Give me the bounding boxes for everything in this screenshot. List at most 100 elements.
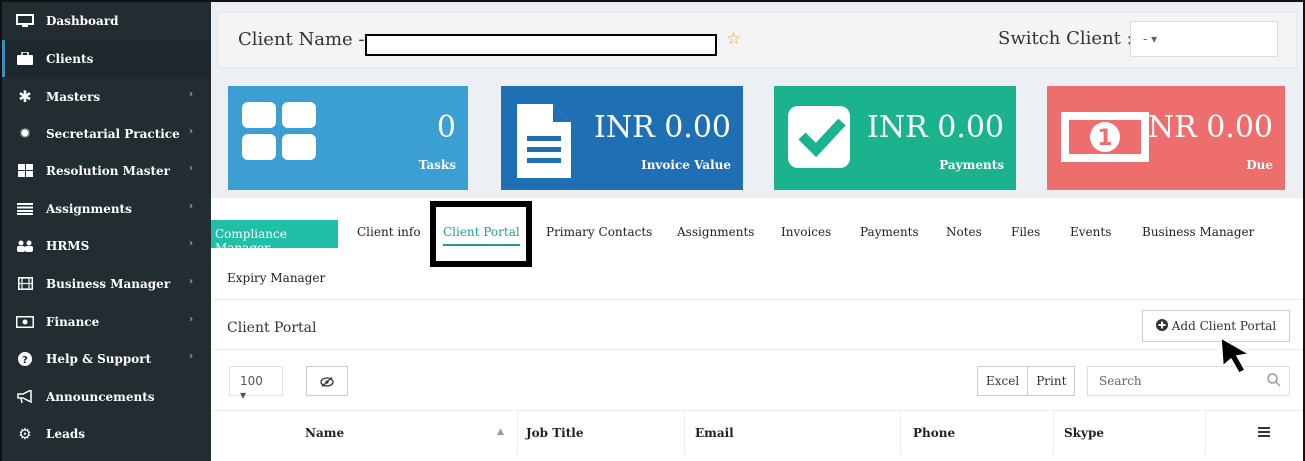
sidebar-item-label: Help & Support	[46, 351, 152, 366]
stat-value: 0	[436, 110, 456, 145]
table-header: Name ▲ Job Title Email Phone Skype	[211, 410, 1303, 455]
excel-button[interactable]: Excel	[978, 367, 1027, 395]
sidebar-item-secretarial-practice[interactable]: ✹ Secretarial Practice ›	[2, 115, 211, 152]
sidebar-item-dashboard[interactable]: Dashboard	[2, 2, 211, 39]
column-header-name[interactable]: Name ▲	[305, 411, 511, 455]
sidebar-item-label: Masters	[46, 89, 101, 104]
export-button-group: Excel Print	[977, 366, 1076, 396]
search-icon	[1267, 373, 1281, 390]
sidebar-item-finance[interactable]: Finance ›	[2, 303, 211, 340]
money-icon	[14, 315, 36, 328]
sidebar-item-clients[interactable]: Clients	[2, 40, 211, 77]
stat-box-due[interactable]: 1 NR 0.00 Due	[1047, 86, 1285, 190]
client-name-label: Client Name -	[238, 29, 365, 50]
stat-label: Invoice Value	[641, 158, 731, 172]
sidebar-item-help-support[interactable]: ? Help & Support ›	[2, 340, 211, 377]
stat-box-payments[interactable]: INR 0.00 Payments	[774, 86, 1016, 190]
sidebar-item-label: Resolution Master	[46, 163, 170, 178]
add-button-label: Add Client Portal	[1171, 319, 1277, 333]
stat-label: Tasks	[418, 158, 456, 172]
client-header: Client Name - ☆ Switch Client : - ▾	[217, 12, 1297, 68]
briefcase-icon	[14, 52, 36, 65]
main-content: Client Name - ☆ Switch Client : - ▾ 0 Ta…	[211, 2, 1303, 461]
chevron-right-icon: ›	[189, 201, 194, 212]
client-portal-panel: Client Portal Add Client Portal 100 ▾ Ex…	[211, 300, 1303, 461]
sidebar-item-masters[interactable]: ✱ Masters ›	[2, 78, 211, 115]
column-visibility-button[interactable]	[306, 366, 348, 396]
sidebar: Dashboard Clients ✱ Masters › ✹ Secretar…	[2, 2, 211, 461]
tab-events[interactable]: Events	[1070, 218, 1111, 246]
film-icon	[14, 277, 36, 290]
chevron-right-icon: ›	[189, 314, 194, 325]
bullhorn-icon	[14, 390, 36, 403]
print-button[interactable]: Print	[1027, 367, 1074, 395]
sidebar-item-label: Leads	[46, 426, 85, 441]
list-icon	[14, 202, 36, 215]
tab-business-manager[interactable]: Business Manager	[1142, 218, 1254, 246]
tab-notes[interactable]: Notes	[946, 218, 982, 246]
search-placeholder: Search	[1099, 374, 1142, 388]
gear-icon: ✹	[19, 125, 31, 142]
sidebar-item-assignments[interactable]: Assignments ›	[2, 190, 211, 227]
add-client-portal-button[interactable]: Add Client Portal	[1142, 310, 1290, 342]
tab-client-portal[interactable]: Client Portal	[443, 218, 520, 246]
column-header-email[interactable]: Email	[684, 411, 900, 455]
sidebar-item-hrms[interactable]: HRMS ›	[2, 227, 211, 264]
sidebar-item-label: Announcements	[46, 389, 155, 404]
tab-invoices[interactable]: Invoices	[781, 218, 831, 246]
stat-value: NR 0.00	[1147, 110, 1273, 145]
check-square-icon	[786, 100, 862, 176]
sidebar-item-leads[interactable]: ⚙ Leads	[2, 415, 211, 452]
question-icon: ?	[14, 351, 36, 366]
switch-client-select[interactable]: - ▾	[1130, 21, 1278, 57]
chevron-right-icon: ›	[189, 126, 194, 137]
tab-expiry-manager[interactable]: Expiry Manager	[227, 264, 325, 292]
switch-client-label: Switch Client :	[998, 28, 1133, 49]
sort-asc-icon: ▲	[497, 427, 504, 437]
stat-value: INR 0.00	[593, 110, 731, 145]
asterisk-icon: ✱	[18, 87, 32, 106]
monitor-icon	[14, 13, 36, 28]
sidebar-item-business-manager[interactable]: Business Manager ›	[2, 265, 211, 302]
sidebar-item-label: Dashboard	[46, 13, 119, 28]
page-length-select[interactable]: 100 ▾	[229, 366, 283, 402]
document-icon	[513, 100, 575, 184]
sidebar-item-label: Assignments	[46, 201, 132, 216]
chevron-right-icon: ›	[189, 238, 194, 249]
chevron-right-icon: ›	[189, 89, 194, 100]
svg-text:?: ?	[22, 355, 28, 366]
column-header-phone[interactable]: Phone	[900, 411, 1053, 455]
tab-client-info[interactable]: Client info	[357, 218, 421, 246]
stat-box-invoice-value[interactable]: INR 0.00 Invoice Value	[501, 86, 743, 190]
column-header-job-title[interactable]: Job Title	[517, 411, 684, 455]
stat-label: Payments	[939, 158, 1004, 172]
redacted-client-name	[365, 34, 717, 56]
sidebar-item-resolution-master[interactable]: Resolution Master ›	[2, 152, 211, 189]
stat-box-tasks[interactable]: 0 Tasks	[228, 86, 468, 190]
star-icon[interactable]: ☆	[726, 29, 741, 49]
sidebar-item-label: Finance	[46, 314, 100, 329]
column-menu-button[interactable]	[1205, 411, 1303, 455]
app-window: Dashboard Clients ✱ Masters › ✹ Secretar…	[0, 0, 1305, 461]
stat-value: INR 0.00	[866, 110, 1004, 145]
chevron-right-icon: ›	[189, 351, 194, 362]
sidebar-item-label: HRMS	[46, 238, 90, 253]
grid-icon	[14, 164, 36, 177]
search-input[interactable]: Search	[1087, 366, 1290, 396]
tab-compliance-manager[interactable]: Compliance Manager	[211, 220, 338, 255]
sidebar-item-announcements[interactable]: Announcements	[2, 378, 211, 415]
hamburger-icon	[1258, 426, 1270, 440]
stat-label: Due	[1246, 158, 1273, 172]
sidebar-item-label: Clients	[46, 51, 94, 66]
users-icon	[14, 240, 36, 252]
tab-assignments[interactable]: Assignments	[677, 218, 754, 246]
chevron-right-icon: ›	[189, 276, 194, 287]
cogs-icon: ⚙	[18, 424, 32, 443]
tab-files[interactable]: Files	[1011, 218, 1040, 246]
tab-payments[interactable]: Payments	[860, 218, 919, 246]
money-icon: 1	[1059, 108, 1151, 170]
tab-primary-contacts[interactable]: Primary Contacts	[546, 218, 652, 246]
client-tabs: Compliance Manager Client info Client Po…	[211, 198, 1303, 300]
column-header-skype[interactable]: Skype	[1053, 411, 1205, 455]
panel-title: Client Portal	[227, 320, 317, 336]
